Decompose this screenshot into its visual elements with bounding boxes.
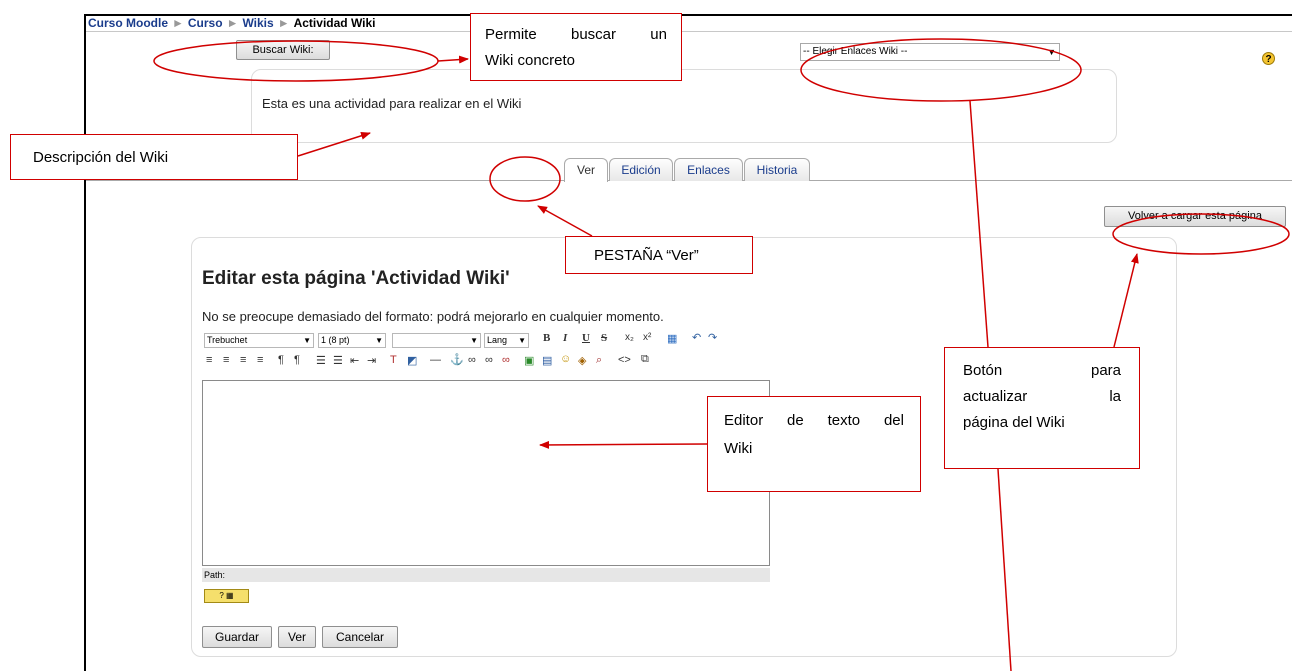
- link-icon[interactable]: ∞: [468, 354, 476, 366]
- callout-editor: Editor de texto del Wiki: [707, 396, 921, 492]
- keyboard-help-icon[interactable]: ? ▦: [204, 589, 249, 603]
- html-source-icon[interactable]: <>: [618, 354, 631, 366]
- callout-description: Descripción del Wiki: [10, 134, 298, 180]
- underline-icon[interactable]: U: [582, 332, 590, 344]
- breadcrumb-separator: ►: [277, 16, 290, 30]
- lang-value: Lang: [487, 335, 508, 345]
- reload-page-button[interactable]: Volver a cargar esta página: [1104, 206, 1286, 227]
- chevron-down-icon: ▼: [1047, 47, 1056, 57]
- paste-word-icon[interactable]: ▦: [667, 332, 677, 345]
- align-left-icon[interactable]: ≡: [206, 354, 212, 366]
- breadcrumb-current: Actividad Wiki: [293, 16, 376, 30]
- lang-select[interactable]: Lang ▼: [484, 333, 529, 348]
- breadcrumb-curso-moodle[interactable]: Curso Moodle: [88, 16, 168, 30]
- superscript-icon[interactable]: x²: [643, 332, 651, 343]
- subscript-icon[interactable]: x₂: [625, 332, 634, 343]
- callout-reload-line: Botón para: [963, 362, 1121, 379]
- view-button[interactable]: Ver: [278, 626, 316, 648]
- breadcrumb-wikis[interactable]: Wikis: [242, 16, 273, 30]
- redo-icon[interactable]: ↷: [708, 331, 717, 344]
- font-family-value: Trebuchet: [207, 335, 248, 345]
- search-wiki-input[interactable]: [330, 40, 470, 60]
- tab-enlaces[interactable]: Enlaces: [674, 158, 743, 181]
- callout-reload: Botón para actualizar la página del Wiki: [944, 347, 1140, 469]
- cancel-button[interactable]: Cancelar: [322, 626, 398, 648]
- unlink-icon[interactable]: ∞: [485, 354, 493, 366]
- wiki-links-select[interactable]: -- Elegir Enlaces Wiki -- ▼: [800, 43, 1060, 61]
- callout-reload-line: página del Wiki: [963, 414, 1065, 431]
- ltr-direction-icon[interactable]: ¶: [278, 354, 284, 366]
- breadcrumb-separator: ►: [172, 16, 184, 30]
- align-center-icon[interactable]: ≡: [223, 354, 229, 366]
- wiki-description-text: Esta es una actividad para realizar en e…: [262, 96, 522, 111]
- outdent-icon[interactable]: ⇤: [350, 354, 359, 367]
- horizontal-rule-icon[interactable]: —: [430, 354, 441, 366]
- font-size-value: 1 (8 pt): [321, 335, 350, 345]
- anchor-icon[interactable]: ⚓: [450, 353, 464, 366]
- special-char-icon[interactable]: ◈: [578, 354, 586, 367]
- breadcrumb-curso[interactable]: Curso: [188, 16, 223, 30]
- wiki-text-editor[interactable]: [202, 380, 770, 566]
- nolink-icon[interactable]: ∞: [502, 354, 510, 366]
- strikethrough-icon[interactable]: S: [601, 332, 607, 344]
- unordered-list-icon[interactable]: ☰: [333, 354, 343, 367]
- header-divider: [86, 31, 1292, 32]
- callout-reload-line: actualizar la: [963, 388, 1121, 405]
- background-color-icon[interactable]: ◩: [407, 354, 417, 367]
- chevron-down-icon: ▼: [303, 336, 311, 345]
- indent-icon[interactable]: ⇥: [367, 354, 376, 367]
- help-icon[interactable]: ?: [1262, 52, 1275, 65]
- rtl-direction-icon[interactable]: ¶: [294, 354, 300, 366]
- callout-editor-line: Wiki: [724, 440, 753, 457]
- chevron-down-icon: ▼: [470, 336, 478, 345]
- callout-tab: PESTAÑA “Ver”: [565, 236, 753, 274]
- tab-edicion[interactable]: Edición: [609, 158, 673, 181]
- wiki-links-select-value: -- Elegir Enlaces Wiki --: [803, 46, 908, 57]
- save-button[interactable]: Guardar: [202, 626, 272, 648]
- fullscreen-icon[interactable]: ⧉: [641, 353, 649, 366]
- callout-search-line: Wiki concreto: [485, 52, 576, 69]
- italic-icon[interactable]: I: [563, 332, 567, 344]
- text-color-icon[interactable]: T: [390, 354, 397, 366]
- search-replace-icon[interactable]: ⌕: [596, 354, 602, 367]
- callout-search: Permite buscar un Wiki concreto: [470, 13, 682, 81]
- insert-image-icon[interactable]: ▣: [524, 354, 534, 367]
- font-size-select[interactable]: 1 (8 pt) ▼: [318, 333, 386, 348]
- search-wiki-button[interactable]: Buscar Wiki:: [236, 40, 330, 60]
- callout-search-line: Permite buscar un: [485, 26, 667, 43]
- edit-page-title: Editar esta página 'Actividad Wiki': [202, 268, 510, 289]
- callout-editor-line: Editor de texto del: [724, 412, 904, 429]
- ordered-list-icon[interactable]: ☰: [316, 354, 326, 367]
- tab-ver[interactable]: Ver: [564, 158, 608, 182]
- smiley-icon[interactable]: ☺: [560, 353, 571, 365]
- chevron-down-icon: ▼: [375, 336, 383, 345]
- tab-historia[interactable]: Historia: [744, 158, 810, 181]
- chevron-down-icon: ▼: [518, 336, 526, 345]
- breadcrumb-separator: ►: [226, 16, 239, 30]
- undo-icon[interactable]: ↶: [692, 331, 701, 344]
- breadcrumb: Curso Moodle ► Curso ► Wikis ► Actividad Wiki: [88, 16, 376, 30]
- align-right-icon[interactable]: ≡: [240, 354, 246, 366]
- style-select[interactable]: ▼: [392, 333, 481, 348]
- font-family-select[interactable]: Trebuchet ▼: [204, 333, 314, 348]
- bold-icon[interactable]: B: [543, 332, 550, 344]
- editor-path-bar: Path:: [202, 568, 770, 582]
- insert-table-icon[interactable]: ▤: [542, 354, 552, 367]
- align-justify-icon[interactable]: ≡: [257, 354, 263, 366]
- edit-page-hint: No se preocupe demasiado del formato: po…: [202, 309, 664, 324]
